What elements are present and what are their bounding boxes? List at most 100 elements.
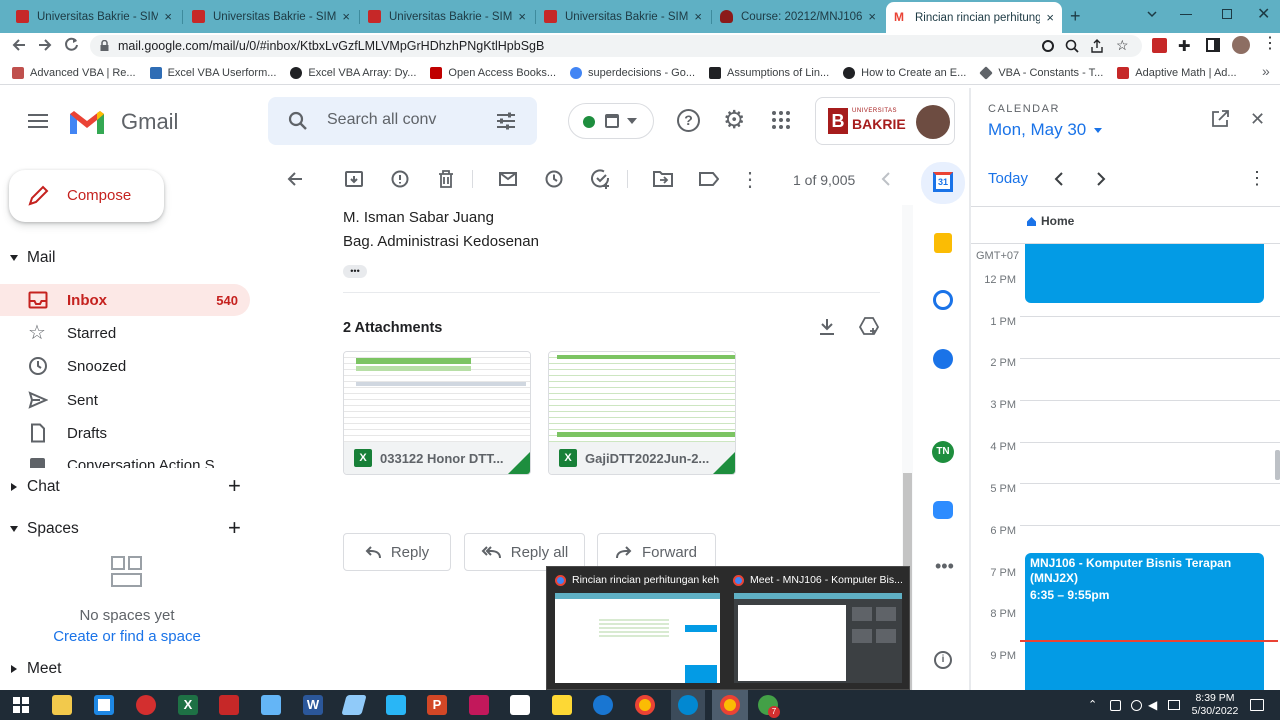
add-task-icon[interactable] xyxy=(589,167,613,191)
nav-starred[interactable]: ☆ Starred xyxy=(0,317,250,349)
working-location-chip[interactable]: Home xyxy=(1026,214,1074,228)
account-avatar[interactable] xyxy=(916,105,950,139)
browser-tab[interactable]: Universitas Bakrie - SIM Akademik× xyxy=(536,4,710,29)
app-icon[interactable] xyxy=(136,695,156,715)
calendar-more-icon[interactable]: ⋮ xyxy=(1248,168,1266,189)
tray-app-icon[interactable] xyxy=(1110,700,1121,711)
section-meet[interactable]: Meet xyxy=(0,655,268,683)
windows-start-icon[interactable] xyxy=(13,697,29,713)
keep-icon[interactable] xyxy=(934,233,952,253)
tray-chevron-icon[interactable]: ⌃ xyxy=(1088,698,1097,711)
newer-icon[interactable] xyxy=(874,167,898,191)
next-day-icon[interactable] xyxy=(1096,172,1106,186)
compose-button[interactable]: Compose xyxy=(9,170,164,222)
bookmark-item[interactable]: Open Access Books... xyxy=(430,66,556,79)
more-actions-icon[interactable]: ⋮ xyxy=(738,167,762,191)
profile-avatar[interactable] xyxy=(1232,36,1250,54)
preview-thumbnail[interactable] xyxy=(555,593,720,683)
file-explorer-icon[interactable] xyxy=(52,695,72,715)
search-options-icon[interactable] xyxy=(496,111,516,131)
zoom-addon-icon[interactable] xyxy=(933,501,953,519)
settings-gear-icon[interactable]: ⚙ xyxy=(723,108,745,133)
attachment-card[interactable]: X 033122 Honor DTT... xyxy=(343,351,531,475)
calculator-icon[interactable] xyxy=(94,695,114,715)
snooze-icon[interactable] xyxy=(542,167,566,191)
tab-search-icon[interactable] xyxy=(1146,8,1158,20)
close-tab-icon[interactable]: × xyxy=(518,9,526,24)
edge-icon[interactable] xyxy=(593,695,613,715)
app-icon[interactable] xyxy=(386,695,406,715)
browser-menu-icon[interactable]: ⋮ xyxy=(1262,36,1278,52)
volume-icon[interactable]: ◀ xyxy=(1148,698,1157,712)
main-menu-icon[interactable] xyxy=(28,113,48,129)
browser-tab[interactable]: Universitas Bakrie - SIM Akademik× xyxy=(8,4,180,29)
previous-day-icon[interactable] xyxy=(1054,172,1064,186)
calendar-date-picker[interactable]: Mon, May 30 xyxy=(988,120,1103,140)
earlier-event-block[interactable] xyxy=(1025,244,1264,303)
taskbar-chrome-active[interactable] xyxy=(712,690,748,720)
search-input[interactable]: Search all conversations xyxy=(327,111,437,133)
tasks-icon[interactable] xyxy=(933,290,953,310)
section-chat[interactable]: Chat + xyxy=(0,473,268,501)
nav-drafts[interactable]: Drafts xyxy=(0,417,250,449)
section-spaces[interactable]: Spaces + xyxy=(0,515,268,543)
close-tab-icon[interactable]: × xyxy=(1046,10,1054,25)
bookmark-item[interactable]: Assumptions of Lin... xyxy=(709,66,829,79)
close-tab-icon[interactable]: × xyxy=(868,9,876,24)
section-mail[interactable]: Mail xyxy=(0,244,268,272)
back-to-inbox-icon[interactable] xyxy=(283,167,307,191)
network-icon[interactable] xyxy=(1168,700,1180,710)
bookmark-item[interactable]: Excel VBA Userform... xyxy=(149,66,276,79)
report-spam-icon[interactable] xyxy=(388,167,412,191)
close-tab-icon[interactable]: × xyxy=(342,9,350,24)
apps-grid-icon[interactable] xyxy=(772,111,790,129)
browser-tab[interactable]: Course: 20212/MNJ106 - Komputer× xyxy=(712,4,884,29)
create-space-link[interactable]: Create or find a space xyxy=(0,628,254,645)
calendar-scrollbar[interactable] xyxy=(1275,450,1280,480)
bookmark-item[interactable]: How to Create an E... xyxy=(843,66,966,79)
preview-window[interactable]: Rincian rincian perhitungan keh... xyxy=(555,574,719,586)
sticky-notes-icon[interactable] xyxy=(552,695,572,715)
close-window-icon[interactable]: ✕ xyxy=(1257,4,1270,24)
label-tag-icon[interactable] xyxy=(697,167,721,191)
browser-tab[interactable]: Universitas Bakrie - SIM Akademik× xyxy=(360,4,534,29)
excel-taskbar-icon[interactable]: X xyxy=(178,695,198,715)
today-button[interactable]: Today xyxy=(988,170,1028,187)
browser-tab[interactable]: Universitas Bakrie - SIM Akademik× xyxy=(184,4,358,29)
more-addons-icon[interactable]: ••• xyxy=(935,556,954,577)
close-tab-icon[interactable]: × xyxy=(164,9,172,24)
share-icon[interactable] xyxy=(1090,39,1104,53)
extension-icon[interactable] xyxy=(1152,38,1167,53)
zoom-icon[interactable] xyxy=(1065,39,1079,53)
bookmark-item[interactable]: VBA - Constants - T... xyxy=(979,65,1103,80)
bookmark-item[interactable]: Adaptive Math | Ad... xyxy=(1117,66,1237,79)
app-icon[interactable] xyxy=(469,695,489,715)
info-icon[interactable]: i xyxy=(934,651,952,669)
side-panel-icon[interactable] xyxy=(1206,38,1220,52)
save-to-drive-icon[interactable] xyxy=(859,317,879,335)
nav-inbox[interactable]: Inbox 540 xyxy=(0,284,250,316)
extensions-puzzle-icon[interactable]: ✚ xyxy=(1178,37,1191,55)
word-icon[interactable]: W xyxy=(303,695,323,715)
preview-thumbnail[interactable] xyxy=(734,593,902,683)
minimize-icon[interactable] xyxy=(1180,14,1192,15)
taskbar-clock[interactable]: 8:39 PM 5/30/2022 xyxy=(1190,692,1240,718)
back-icon[interactable] xyxy=(12,38,26,52)
reply-button[interactable]: Reply xyxy=(343,533,451,571)
new-tab-button[interactable]: + xyxy=(1070,6,1081,27)
add-chat-icon[interactable]: + xyxy=(228,473,241,499)
search-icon[interactable] xyxy=(288,111,308,131)
close-panel-icon[interactable]: ✕ xyxy=(1250,109,1265,130)
calendar-addon-button[interactable]: 31 xyxy=(921,162,965,204)
bookmark-star-icon[interactable]: ☆ xyxy=(1116,37,1129,54)
tray-app-icon[interactable] xyxy=(1131,700,1142,711)
mail-icon[interactable] xyxy=(261,695,281,715)
bookmark-item[interactable]: Advanced VBA | Re... xyxy=(12,66,136,79)
add-space-icon[interactable]: + xyxy=(228,515,241,541)
reload-icon[interactable] xyxy=(64,37,79,52)
app-icon[interactable] xyxy=(510,695,530,715)
more-bookmarks-icon[interactable]: » xyxy=(1262,63,1270,79)
contacts-icon[interactable] xyxy=(933,349,953,369)
taskbar-app-active[interactable] xyxy=(671,690,705,720)
powerpoint-icon[interactable]: P xyxy=(427,695,447,715)
